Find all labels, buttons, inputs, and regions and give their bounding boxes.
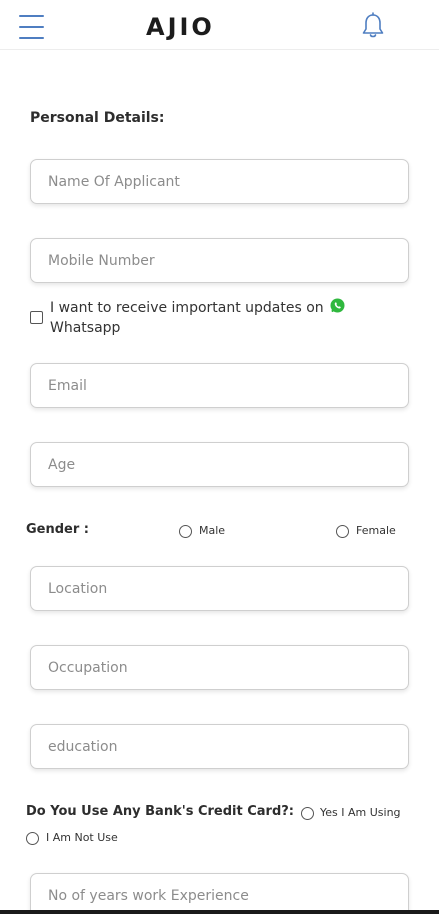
ajio-logo[interactable]: AJIO bbox=[146, 13, 215, 41]
credit-card-yes-radio[interactable] bbox=[301, 807, 314, 820]
top-header: AJIO bbox=[0, 0, 439, 50]
mobile-field[interactable] bbox=[30, 238, 409, 283]
name-field[interactable] bbox=[30, 159, 409, 204]
personal-details-heading: Personal Details: bbox=[30, 110, 165, 126]
credit-card-question: Do You Use Any Bank's Credit Card?: bbox=[26, 804, 294, 819]
whatsapp-opt-in: I want to receive important updates on W… bbox=[29, 298, 419, 340]
experience-field[interactable] bbox=[30, 873, 409, 914]
credit-card-yes-label: Yes I Am Using bbox=[320, 806, 401, 819]
bottom-edge-bar bbox=[0, 910, 439, 914]
occupation-field[interactable] bbox=[30, 645, 409, 690]
email-field[interactable] bbox=[30, 363, 409, 408]
whatsapp-opt-in-label: I want to receive important updates on W… bbox=[50, 300, 324, 336]
credit-card-no-radio[interactable] bbox=[26, 832, 39, 845]
bell-icon[interactable] bbox=[360, 12, 386, 40]
education-field[interactable] bbox=[30, 724, 409, 769]
credit-card-no-label: I Am Not Use bbox=[46, 831, 118, 844]
gender-male-radio[interactable] bbox=[179, 525, 192, 538]
gender-label: Gender : bbox=[26, 522, 90, 537]
whatsapp-checkbox[interactable] bbox=[30, 311, 43, 324]
gender-female-radio[interactable] bbox=[336, 525, 349, 538]
age-field[interactable] bbox=[30, 442, 409, 487]
gender-male-label: Male bbox=[199, 524, 226, 537]
gender-female-label: Female bbox=[356, 524, 396, 537]
hamburger-menu-icon[interactable] bbox=[19, 15, 45, 41]
location-field[interactable] bbox=[30, 566, 409, 611]
whatsapp-icon bbox=[330, 298, 345, 313]
